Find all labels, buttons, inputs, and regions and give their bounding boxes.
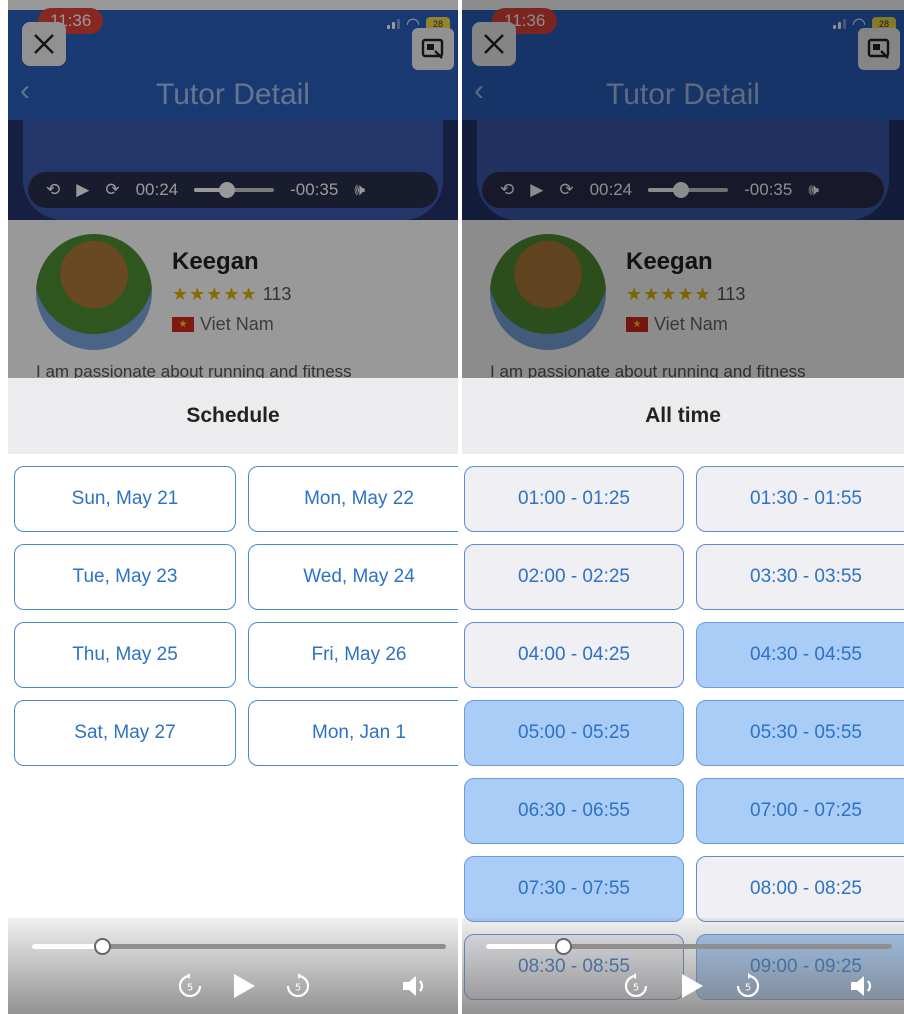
skip-back-icon[interactable]: 5: [172, 968, 208, 1004]
modal-backdrop[interactable]: [462, 0, 904, 378]
scrubber-knob[interactable]: [555, 938, 572, 955]
media-scrubber[interactable]: [32, 938, 446, 955]
date-option-button[interactable]: Mon, May 22: [248, 466, 458, 532]
scrubber-knob[interactable]: [94, 938, 111, 955]
date-option-button[interactable]: Sun, May 21: [14, 466, 236, 532]
left-screenshot-panel: ‹ Tutor Detail 11:36 ◠ 28 ⟲ ▶ ⟳ 00:24 -0…: [8, 0, 458, 1014]
time-slot-button[interactable]: 05:30 - 05:55: [696, 700, 904, 766]
skip-forward-icon[interactable]: 5: [280, 968, 316, 1004]
time-slot-button[interactable]: 04:30 - 04:55: [696, 622, 904, 688]
date-option-button[interactable]: Mon, Jan 1: [248, 700, 458, 766]
date-option-button[interactable]: Sat, May 27: [14, 700, 236, 766]
skip-forward-icon[interactable]: 5: [730, 968, 766, 1004]
time-slot-button[interactable]: 03:30 - 03:55: [696, 544, 904, 610]
time-slot-button[interactable]: 07:00 - 07:25: [696, 778, 904, 844]
date-option-button[interactable]: Wed, May 24: [248, 544, 458, 610]
media-scrubber[interactable]: [486, 938, 892, 955]
time-slot-button[interactable]: 05:00 - 05:25: [464, 700, 684, 766]
sheet-title: All time: [462, 378, 904, 454]
play-button[interactable]: [674, 968, 710, 1004]
svg-text:5: 5: [187, 983, 193, 994]
sheet-title: Schedule: [8, 378, 458, 454]
right-screenshot-panel: ‹ Tutor Detail 11:36 ◠ 28 ⟲ ▶ ⟳ 00:24 -0…: [462, 0, 904, 1014]
time-slot-button[interactable]: 07:30 - 07:55: [464, 856, 684, 922]
time-slot-button[interactable]: 04:00 - 04:25: [464, 622, 684, 688]
svg-text:5: 5: [745, 983, 751, 994]
volume-icon[interactable]: [398, 968, 434, 1004]
date-option-button[interactable]: Thu, May 25: [14, 622, 236, 688]
time-slot-button[interactable]: 02:00 - 02:25: [464, 544, 684, 610]
media-player-bar: 5 5: [462, 918, 904, 1014]
time-slot-button[interactable]: 06:30 - 06:55: [464, 778, 684, 844]
skip-back-icon[interactable]: 5: [618, 968, 654, 1004]
volume-icon[interactable]: [846, 968, 882, 1004]
svg-text:5: 5: [633, 983, 639, 994]
svg-text:5: 5: [295, 983, 301, 994]
modal-backdrop[interactable]: [8, 0, 458, 378]
time-slot-button[interactable]: 01:30 - 01:55: [696, 466, 904, 532]
time-slot-button[interactable]: 01:00 - 01:25: [464, 466, 684, 532]
date-grid: Sun, May 21 Mon, May 22 Tue, May 23 Wed, Ma…: [14, 466, 458, 766]
time-slot-button[interactable]: 08:00 - 08:25: [696, 856, 904, 922]
date-option-button[interactable]: Tue, May 23: [14, 544, 236, 610]
date-option-button[interactable]: Fri, May 26: [248, 622, 458, 688]
media-player-bar: 5 5: [8, 918, 458, 1014]
play-button[interactable]: [226, 968, 262, 1004]
